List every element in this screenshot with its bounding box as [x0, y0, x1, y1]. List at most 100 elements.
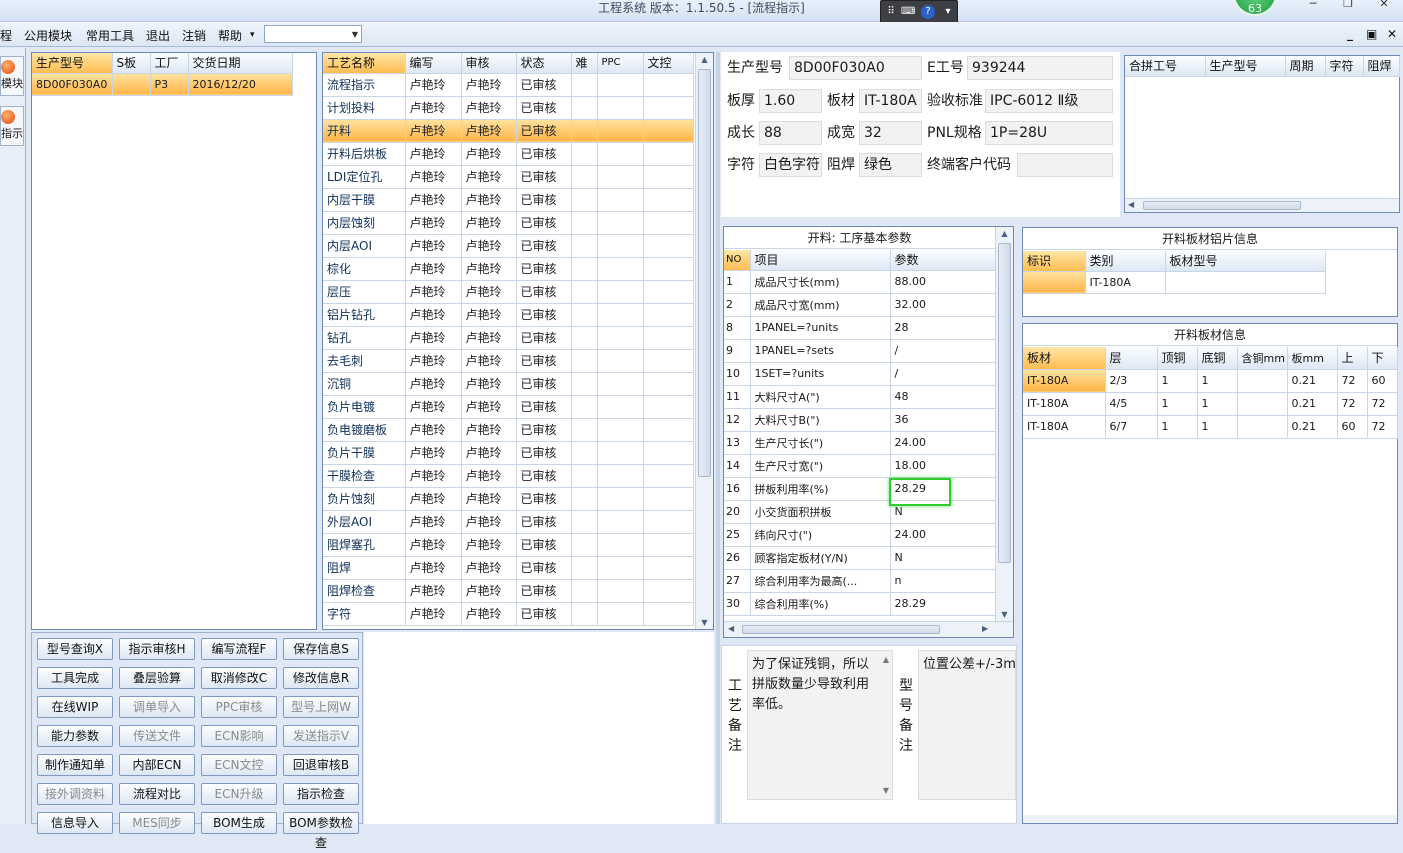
col-reviewer[interactable]: 审核 — [461, 53, 517, 74]
col-cu-mm[interactable]: 含铜mm — [1237, 347, 1288, 370]
col-top-cu[interactable]: 顶铜 — [1157, 347, 1198, 370]
col-merge-eno[interactable]: 合拼工号 — [1125, 56, 1206, 77]
action-button[interactable]: BOM生成 — [201, 812, 277, 834]
table-row[interactable]: 11 大料尺寸A(") 48 — [724, 385, 996, 409]
scroll-left-icon[interactable]: ◀ — [1128, 200, 1134, 209]
action-button[interactable]: ECN文控 — [201, 754, 277, 776]
table-row[interactable]: 9 1PANEL=?sets / — [724, 339, 996, 363]
table-row[interactable]: 开料 卢艳玲 卢艳玲 已审核 — [323, 119, 694, 143]
col-model[interactable]: 生产型号 — [32, 53, 113, 74]
table-row[interactable]: 负电镀磨板 卢艳玲 卢艳玲 已审核 — [323, 418, 694, 442]
scroll-down-icon[interactable]: ▼ — [883, 786, 889, 795]
table-row[interactable]: 钻孔 卢艳玲 卢艳玲 已审核 — [323, 326, 694, 350]
col-status[interactable]: 状态 — [516, 53, 572, 74]
table-row[interactable]: 16 拼板利用率(%) 28.29 — [724, 477, 996, 501]
table-row[interactable]: 计划投料 卢艳玲 卢艳玲 已审核 — [323, 96, 694, 120]
action-button[interactable]: 保存信息S — [283, 638, 359, 660]
col-up[interactable]: 上 — [1337, 347, 1368, 370]
table-row[interactable]: IT-180A 6/7 1 1 0.21 60 72 — [1023, 415, 1398, 439]
width-field[interactable]: 32 — [859, 121, 922, 145]
scroll-down-icon[interactable]: ▼ — [996, 610, 1013, 619]
standard-field[interactable]: IPC-6012 Ⅱ级 — [985, 89, 1113, 113]
col-author[interactable]: 编写 — [405, 53, 462, 74]
scroll-up-icon[interactable]: ▲ — [696, 55, 713, 64]
scroll-right-icon[interactable]: ▶ — [982, 624, 988, 633]
menu-item-common-modules[interactable]: 公用模块 — [24, 27, 72, 44]
table-row[interactable]: 2 成品尺寸宽(mm) 32.00 — [724, 293, 996, 317]
table-row[interactable]: 字符 卢艳玲 卢艳玲 已审核 — [323, 602, 694, 626]
action-button[interactable]: 在线WIP — [37, 696, 113, 718]
model-field[interactable]: 8D00F030A0 — [789, 56, 922, 80]
col-down[interactable]: 下 — [1367, 347, 1398, 370]
col-bottom-cu[interactable]: 底铜 — [1197, 347, 1238, 370]
floating-toolbar[interactable]: ⠿ ⌨ ? ▾ — [880, 0, 958, 24]
table-row[interactable]: 内层蚀刻 卢艳玲 卢艳玲 已审核 — [323, 211, 694, 235]
table-row[interactable]: 阻焊 卢艳玲 卢艳玲 已审核 — [323, 556, 694, 580]
action-button[interactable]: 指示检查 — [283, 783, 359, 805]
scroll-up-icon[interactable]: ▲ — [883, 655, 889, 664]
scroll-left-icon[interactable]: ◀ — [728, 624, 734, 633]
table-row[interactable]: 干膜检查 卢艳玲 卢艳玲 已审核 — [323, 464, 694, 488]
table-row[interactable]: LDI定位孔 卢艳玲 卢艳玲 已审核 — [323, 165, 694, 189]
action-button[interactable]: 传送文件 — [119, 725, 195, 747]
character-field[interactable]: 白色字符 — [759, 153, 822, 177]
merge-hscroll[interactable]: ◀ — [1125, 198, 1399, 212]
action-button[interactable]: 内部ECN — [119, 754, 195, 776]
vertical-splitter[interactable] — [716, 52, 720, 824]
table-row[interactable]: 20 小交货面积拼板 N — [724, 500, 996, 524]
col-category[interactable]: 类别 — [1085, 251, 1166, 272]
scroll-down-icon[interactable]: ▼ — [696, 618, 713, 627]
action-button[interactable]: 型号查询X — [37, 638, 113, 660]
col-no[interactable]: NO — [724, 250, 751, 271]
thickness-field[interactable]: 1.60 — [759, 89, 822, 113]
chevron-down-icon[interactable]: ▼ — [352, 30, 358, 39]
action-button[interactable]: 流程对比 — [119, 783, 195, 805]
col-doc-control[interactable]: 文控 — [643, 53, 694, 74]
table-row[interactable]: 27 综合利用率为最高(... n — [724, 569, 996, 593]
menu-item-tools[interactable]: 常用工具 — [86, 27, 134, 44]
col-delivery-date[interactable]: 交货日期 — [188, 53, 293, 74]
table-row[interactable]: 外层AOI 卢艳玲 卢艳玲 已审核 — [323, 510, 694, 534]
table-row[interactable]: 去毛刺 卢艳玲 卢艳玲 已审核 — [323, 349, 694, 373]
table-row[interactable]: 25 纬向尺寸(") 24.00 — [724, 523, 996, 547]
menu-item-exit[interactable]: 退出 — [146, 27, 170, 44]
table-row[interactable]: 8 1PANEL=?units 28 — [724, 316, 996, 340]
col-factory[interactable]: 工厂 — [150, 53, 189, 74]
col-ppc[interactable]: PPC — [597, 53, 644, 74]
action-button[interactable]: MES同步 — [119, 812, 195, 834]
col-sboard[interactable]: S板 — [112, 53, 151, 74]
table-row[interactable]: IT-180A 2/3 1 1 0.21 72 60 — [1023, 369, 1398, 393]
process-scrollbar[interactable]: ▲ ▼ — [695, 53, 713, 629]
col-layer[interactable]: 层 — [1105, 347, 1158, 370]
scroll-up-icon[interactable]: ▲ — [996, 229, 1013, 238]
table-row[interactable]: 棕化 卢艳玲 卢艳玲 已审核 — [323, 257, 694, 281]
action-button[interactable]: 制作通知单 — [37, 754, 113, 776]
params-hscroll[interactable]: ◀ ▶ — [724, 621, 1013, 637]
table-row[interactable]: 负片蚀刻 卢艳玲 卢艳玲 已审核 — [323, 487, 694, 511]
table-row[interactable]: 开料后烘板 卢艳玲 卢艳玲 已审核 — [323, 142, 694, 166]
col-item[interactable]: 项目 — [750, 250, 891, 271]
col-sheet-model[interactable]: 板材型号 — [1165, 251, 1326, 272]
mdi-minimize-icon[interactable]: _ — [1347, 27, 1353, 41]
material-field[interactable]: IT-180A — [859, 89, 922, 113]
action-button[interactable]: PPC审核 — [201, 696, 277, 718]
eno-field[interactable]: 939244 — [967, 56, 1113, 80]
close-icon[interactable]: ✕ — [1373, 0, 1395, 13]
action-button[interactable]: 能力参数 — [37, 725, 113, 747]
action-button[interactable]: 信息导入 — [37, 812, 113, 834]
action-button[interactable]: 编写流程F — [201, 638, 277, 660]
action-button[interactable]: BOM参数检查 — [283, 812, 359, 850]
customer-code-field[interactable] — [1017, 153, 1113, 177]
soldermask-field[interactable]: 绿色 — [859, 153, 922, 177]
col-difficulty[interactable]: 难 — [571, 53, 598, 74]
params-scrollbar[interactable]: ▲ ▼ — [995, 227, 1013, 621]
module-button[interactable]: 模块 — [0, 56, 24, 96]
table-row[interactable]: 12 大料尺寸B(") 36 — [724, 408, 996, 432]
table-row[interactable]: 13 生产尺寸长(") 24.00 — [724, 431, 996, 455]
process-remark-field[interactable]: 为了保证残铜，所以拼版数量少导致利用率低。 ▲ ▼ — [747, 650, 893, 800]
action-button[interactable]: 回退审核B — [283, 754, 359, 776]
table-row[interactable]: 沉铜 卢艳玲 卢艳玲 已审核 — [323, 372, 694, 396]
table-row[interactable]: 10 1SET=?units / — [724, 362, 996, 386]
table-row[interactable]: 铝片钻孔 卢艳玲 卢艳玲 已审核 — [323, 303, 694, 327]
menu-item-help[interactable]: 帮助 — [218, 27, 242, 44]
